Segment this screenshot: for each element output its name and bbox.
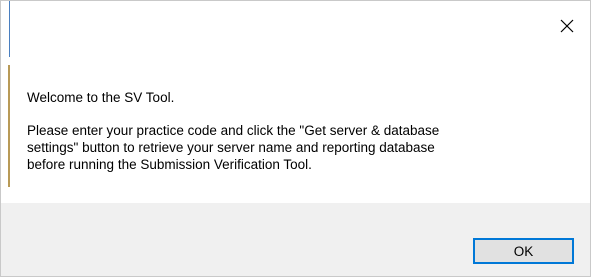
welcome-text: Welcome to the SV Tool. (27, 90, 175, 105)
background-edge-blue (9, 1, 10, 57)
message-line-2: settings" button to retrieve your server… (27, 140, 435, 155)
background-edge-brown (8, 65, 10, 187)
message-line-3: before running the Submission Verificati… (27, 157, 312, 172)
close-icon (560, 19, 574, 33)
ok-button[interactable]: OK (473, 238, 574, 264)
dialog-message: Welcome to the SV Tool. Please enter you… (27, 89, 572, 173)
message-dialog: Welcome to the SV Tool. Please enter you… (0, 0, 591, 277)
message-line-1: Please enter your practice code and clic… (27, 123, 440, 138)
dialog-footer: OK (1, 203, 590, 276)
background-window-edge (1, 1, 10, 201)
close-button[interactable] (544, 10, 590, 42)
